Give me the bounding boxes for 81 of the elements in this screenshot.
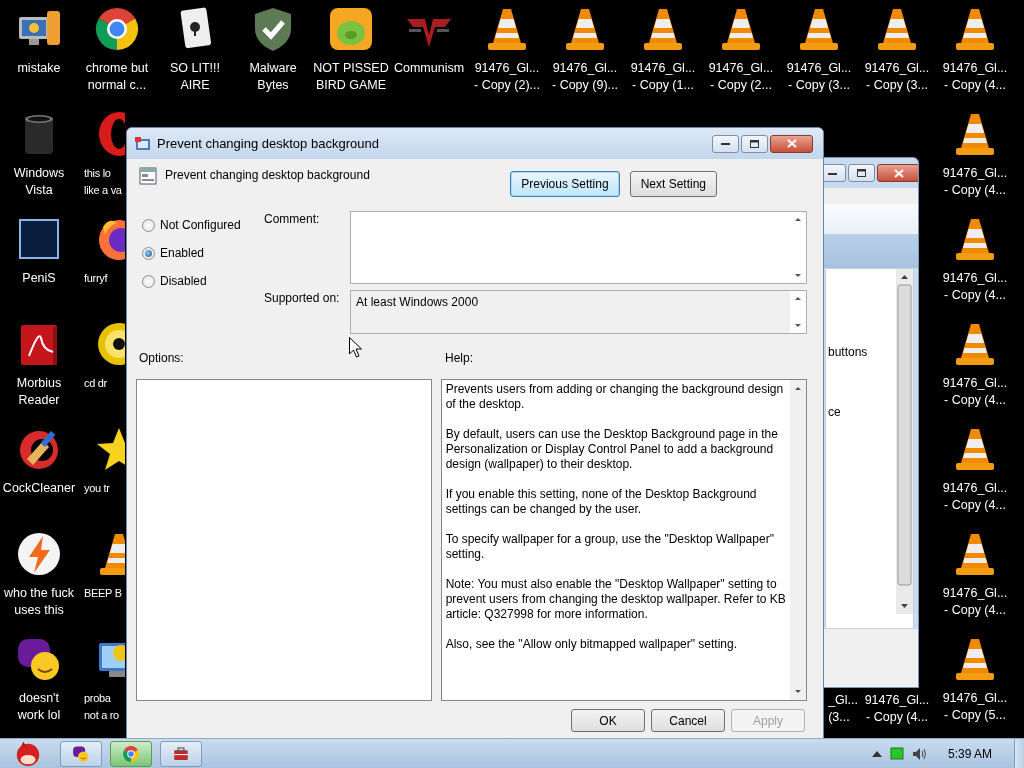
maximize-icon [750, 139, 759, 148]
desktop-icon[interactable]: Morbius Reader [0, 320, 78, 425]
desktop-icon[interactable]: 91476_Gl... - Copy (3... [780, 5, 858, 110]
setting-nav-button[interactable]: Next Setting [629, 171, 717, 197]
desktop-icon-label[interactable]: 91476_Gl... - Copy (4... [864, 692, 930, 726]
close-button[interactable] [770, 134, 813, 153]
desktop-icon[interactable]: 91476_Gl... - Copy (1... [624, 5, 702, 110]
desktop-icon[interactable]: 91476_Gl... - Copy (5... [936, 635, 1014, 740]
radio-button[interactable] [142, 218, 155, 232]
close-button[interactable] [877, 164, 918, 182]
desktop-icon[interactable]: Communism [390, 5, 468, 110]
radio-button[interactable] [142, 246, 155, 260]
help-paragraph: To specify wallpaper for a group, use the "Desktop Wallpaper" setting. [445, 532, 775, 562]
cursor-icon [349, 337, 362, 358]
desktop-icon[interactable]: mistake [0, 5, 78, 110]
maximize-icon [857, 169, 866, 177]
radio-button[interactable] [142, 274, 155, 288]
list-item[interactable]: buttons [826, 345, 896, 359]
desktop-icon[interactable]: CockCleaner [0, 425, 78, 530]
help-paragraph: Prevents users from adding or changing the background design of the desktop. [445, 382, 785, 412]
show-hidden-icons-icon[interactable] [871, 750, 882, 757]
help-paragraph: Also, see the "Allow only bitmapped wallpaper" setting. [445, 637, 738, 652]
close-icon [786, 139, 797, 148]
lightning-icon [15, 530, 63, 578]
close-icon [893, 168, 904, 178]
comment-field[interactable] [350, 211, 807, 284]
help-paragraph: By default, users can use the Desktop Background page in the Personalization or Display Control Panel to add a background design (wallpaper) to their desktop. [445, 427, 779, 472]
desktop-icon[interactable]: 91476_Gl... - Copy (4... [936, 5, 1014, 110]
dialog-button[interactable]: Cancel [651, 709, 725, 732]
desktop-icon[interactable]: 91476_Gl... - Copy (4... [936, 320, 1014, 425]
desktop-icon[interactable]: Malware Bytes [234, 5, 312, 110]
radio-label: Disabled [160, 274, 207, 288]
browser-icon [122, 744, 140, 763]
desktop-icon[interactable]: chrome but normal c... [78, 5, 156, 110]
desktop-icon[interactable]: you tr [84, 425, 125, 530]
taskbar-button[interactable] [160, 740, 202, 767]
dialog-button[interactable]: OK [571, 709, 645, 732]
desktop-icon[interactable]: 91476_Gl... - Copy (3... [858, 5, 936, 110]
help-label: Help: [445, 351, 473, 366]
radio-label: Enabled [160, 246, 205, 260]
speaker-icon[interactable] [911, 746, 928, 761]
desktop-icon-label[interactable]: _Gl... (3... [828, 692, 858, 726]
game-icon [327, 5, 375, 53]
setting-nav-button[interactable]: Previous Setting [510, 171, 620, 197]
settings-page-icon [139, 167, 157, 185]
taskbar-button[interactable] [110, 740, 152, 767]
toolbox-icon [172, 744, 190, 763]
taskbar-button[interactable] [60, 740, 102, 767]
minimize-icon [828, 171, 837, 175]
desktop-icon[interactable]: 91476_Gl... - Copy (4... [936, 530, 1014, 635]
desktop-icon[interactable]: 91476_Gl... - Copy (2)... [468, 5, 546, 110]
desktop-icon[interactable]: 91476_Gl... - Copy (4... [936, 110, 1014, 215]
desktop-icon[interactable]: 91476_Gl... - Copy (2... [702, 5, 780, 110]
desktop-icon[interactable]: doesn't work lol [0, 635, 78, 740]
desktop-icon[interactable]: 91476_Gl... - Copy (9)... [546, 5, 624, 110]
maximize-button[interactable] [848, 164, 875, 182]
desktop-icon[interactable]: NOT PISSED BIRD GAME [312, 5, 390, 110]
desktop-icon[interactable]: 91476_Gl... - Copy (4... [936, 425, 1014, 530]
help-paragraph: If you enable this setting, none of the Desktop Background settings can be changed by the user. [445, 487, 758, 517]
desktop-icon[interactable]: SO LIT!!! AIRE [156, 5, 234, 110]
minimize-button[interactable] [712, 134, 739, 153]
desktop-icon[interactable]: 91476_Gl... - Copy (4... [936, 215, 1014, 320]
comment-label: Comment: [264, 211, 321, 228]
browser-icon [93, 5, 141, 53]
clock[interactable]: 5:39 AM [947, 746, 992, 761]
desktop-icon[interactable]: PeniS [0, 215, 78, 320]
app-icon [135, 135, 151, 152]
help-paragraph: Note: You must also enable the "Desktop Wallpaper" setting to prevent users from changing the desktop wallpaper. Refer to KB article: Q327998 for more information. [445, 577, 786, 622]
scrollbar [790, 291, 806, 333]
supported-on-value: At least Windows 2000 [355, 294, 480, 311]
desktop-icon[interactable]: who the fuck uses this [0, 530, 78, 635]
setting-name: Prevent changing desktop background [165, 168, 370, 182]
radio-label: Not Configured [160, 218, 241, 232]
list-item[interactable]: ce [826, 405, 896, 419]
window-title: Prevent changing desktop background [157, 136, 379, 151]
supported-on-label: Supported on: [264, 290, 341, 307]
options-label: Options: [139, 351, 185, 366]
desktop-icon[interactable]: Windows Vista [0, 110, 78, 215]
minimize-icon [721, 142, 730, 145]
messenger-icon [72, 744, 90, 763]
maximize-button[interactable] [741, 134, 768, 153]
